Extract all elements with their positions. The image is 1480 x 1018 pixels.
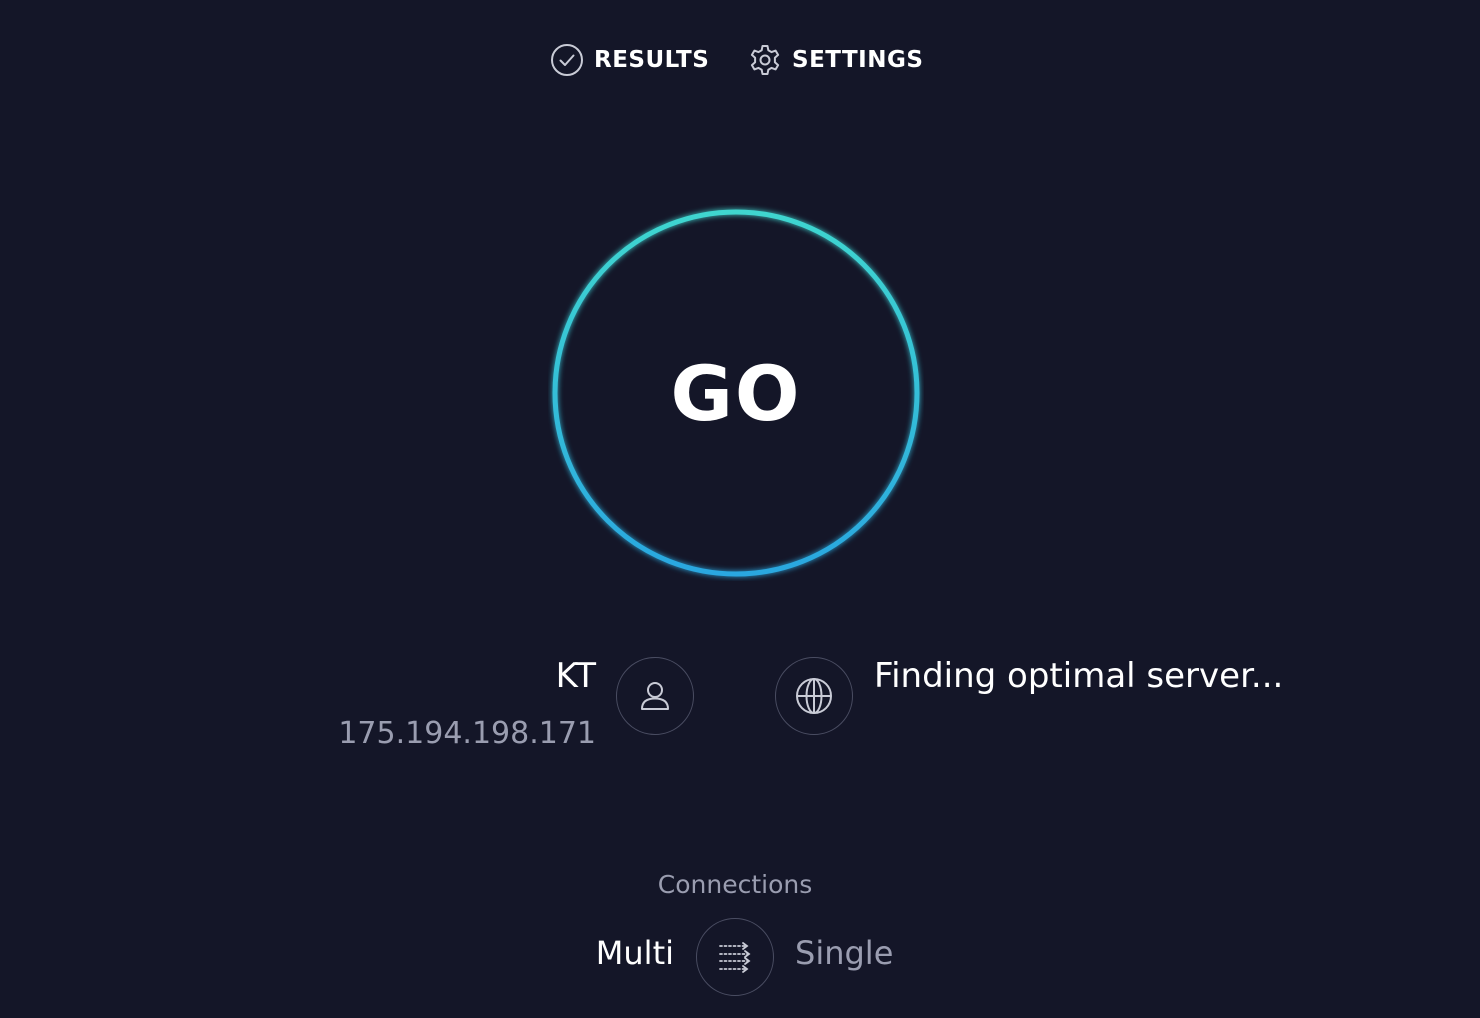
go-button[interactable]: GO [558,215,914,571]
connections-toggle-icon [719,942,751,973]
isp-name: KT [555,656,596,696]
settings-nav-item[interactable]: SETTINGS [748,38,923,82]
user-icon [616,657,694,735]
gear-icon [748,43,782,77]
isp-ip-address: 175.194.198.171 [338,716,596,751]
settings-label: SETTINGS [792,47,924,73]
connections-toggle[interactable] [696,918,774,996]
connections-single-option[interactable]: Single [795,934,893,972]
top-nav: RESULTS SETTINGS [0,38,1480,82]
server-select-button[interactable] [775,657,853,735]
connections-title: Connections [657,870,813,899]
go-button-container: GO [548,205,924,581]
results-nav-item[interactable]: RESULTS [550,38,709,82]
globe-icon [796,678,832,714]
check-circle-icon [550,43,584,77]
server-status[interactable]: Finding optimal server... [874,656,1283,696]
results-label: RESULTS [594,47,710,73]
connections-multi-option[interactable]: Multi [596,934,674,972]
go-label: GO [670,348,802,438]
